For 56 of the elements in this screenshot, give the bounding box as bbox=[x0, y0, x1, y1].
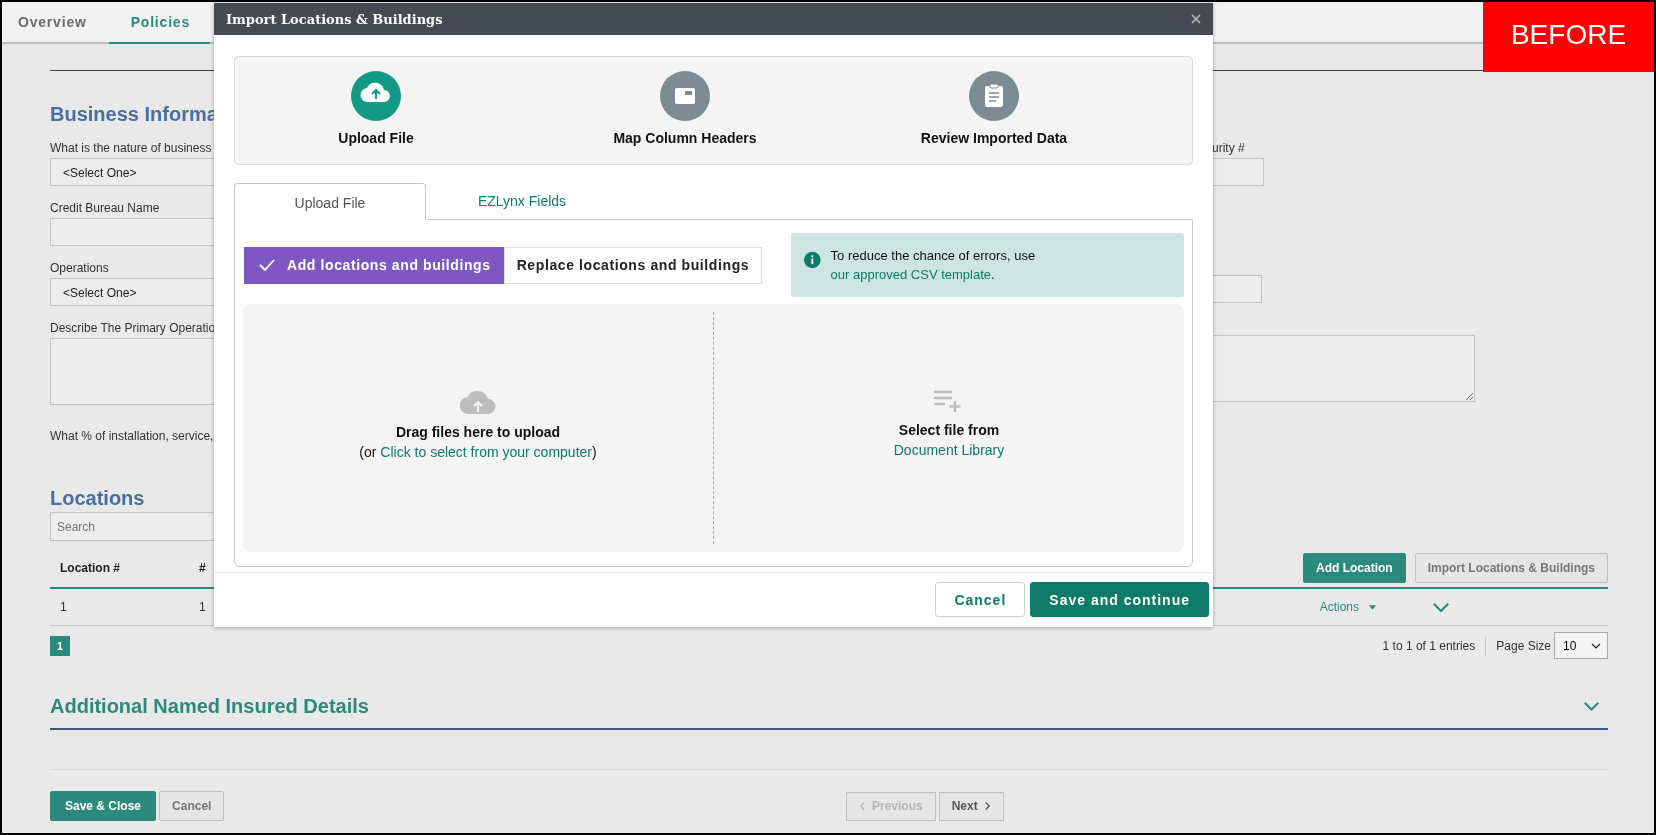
field-label: urity # bbox=[1212, 141, 1246, 155]
save-close-button[interactable]: Save & Close bbox=[50, 791, 157, 821]
field-label: Page Size bbox=[1496, 638, 1551, 653]
close-icon[interactable] bbox=[1191, 14, 1201, 24]
template-link[interactable]: our approved CSV template bbox=[830, 267, 992, 282]
select-file-link[interactable]: Click to select from your computer bbox=[380, 444, 592, 460]
mode-option[interactable]: Replace locations and buildings bbox=[503, 246, 763, 284]
cancel-button[interactable]: Cancel bbox=[159, 791, 225, 821]
tab[interactable]: Upload File bbox=[234, 183, 426, 220]
chevron-down-icon bbox=[1583, 701, 1600, 712]
upload-hint: (or Click to select from your computer) bbox=[359, 444, 597, 460]
field-label: What is the nature of business bbox=[50, 141, 213, 155]
field-label: Operations bbox=[50, 261, 110, 275]
upload-title: Drag files here to upload bbox=[395, 424, 561, 440]
info-text: To reduce the chance of errors, use our approved CSV template. bbox=[830, 247, 1037, 284]
input-field[interactable] bbox=[1212, 158, 1264, 186]
next-button[interactable]: Next bbox=[938, 791, 1004, 821]
check-icon bbox=[259, 259, 275, 271]
import-button[interactable]: Import Locations & Buildings bbox=[1414, 553, 1608, 583]
step-label: Review Imported Data bbox=[920, 130, 1068, 146]
input-field[interactable] bbox=[1212, 275, 1262, 303]
page-size-select[interactable]: 10 bbox=[1554, 632, 1608, 659]
cancel-button[interactable]: Cancel bbox=[935, 582, 1026, 617]
text-area[interactable] bbox=[1212, 335, 1475, 402]
chevron-down-icon bbox=[1591, 642, 1601, 649]
info-icon bbox=[804, 251, 821, 269]
page-tab[interactable]: Overview bbox=[2, 2, 109, 44]
page-tab[interactable]: Policies bbox=[108, 2, 210, 44]
caret-icon bbox=[1369, 604, 1376, 610]
table-cell: 1 bbox=[199, 600, 206, 614]
column-header: Location # bbox=[59, 561, 121, 575]
section-heading: Locations bbox=[50, 487, 146, 510]
field-label: What % of installation, service, bbox=[50, 429, 214, 443]
cloud-upload-icon bbox=[460, 389, 496, 415]
expand-chevron-icon[interactable] bbox=[1432, 601, 1450, 613]
chevron-left-icon bbox=[859, 801, 866, 811]
entries-count: 1 to 1 of 1 entries bbox=[1382, 638, 1476, 653]
section-heading: Additional Named Insured Details bbox=[50, 695, 369, 718]
tab[interactable]: EZLynx Fields bbox=[426, 182, 618, 219]
add-button[interactable]: Add Location bbox=[1303, 553, 1406, 583]
step-label: Upload File bbox=[338, 130, 414, 146]
chevron-right-icon bbox=[983, 801, 991, 811]
library-title: Select file from bbox=[898, 422, 1000, 438]
save-continue-button[interactable]: Save and continue bbox=[1030, 582, 1209, 617]
document-library-link[interactable]: Document Library bbox=[893, 442, 1005, 458]
column-header: # bbox=[199, 561, 206, 575]
field-label: Describe The Primary Operatio bbox=[50, 321, 217, 335]
dialog-title: Import Locations & Buildings bbox=[226, 11, 443, 27]
resize-grip-icon bbox=[1465, 392, 1473, 400]
table-cell-text: 1 bbox=[59, 600, 68, 614]
field-label: Credit Bureau Name bbox=[50, 201, 161, 215]
step-label: Map Column Headers bbox=[613, 130, 757, 146]
actions-menu[interactable]: Actions bbox=[1319, 600, 1376, 614]
mode-option[interactable]: Add locations and buildings bbox=[244, 246, 504, 284]
page-number[interactable]: 1 bbox=[50, 635, 70, 656]
before-label: BEFORE bbox=[1483, 2, 1654, 72]
